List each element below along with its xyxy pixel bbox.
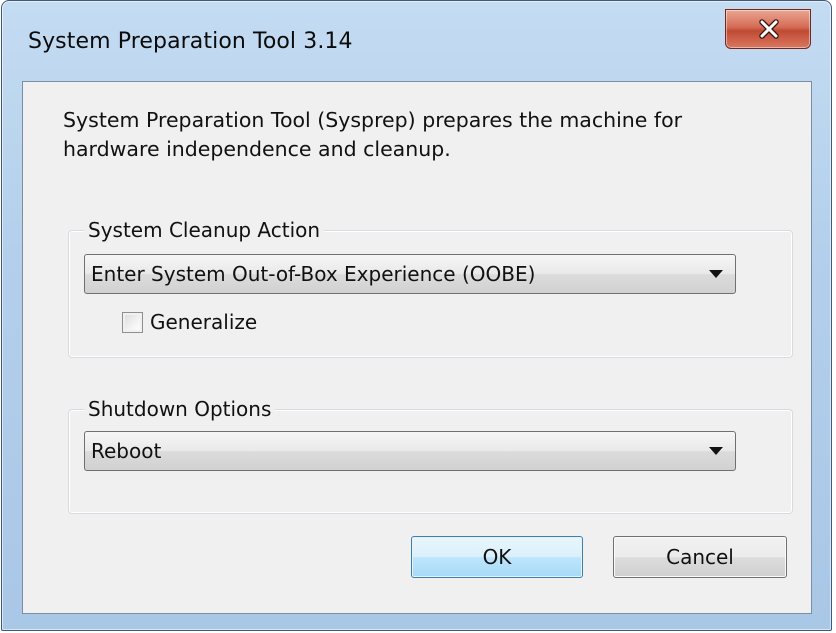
close-button[interactable] [725,9,811,49]
generalize-label[interactable]: Generalize [150,310,257,334]
ok-button[interactable]: OK [411,536,583,578]
generalize-checkbox[interactable] [122,312,143,333]
cleanup-action-legend: System Cleanup Action [84,217,325,243]
sysprep-window: System Preparation Tool 3.14 System Prep… [1,0,832,631]
shutdown-options-value: Reboot [91,439,162,463]
title-bar[interactable]: System Preparation Tool 3.14 [2,1,831,83]
cleanup-action-value: Enter System Out-of-Box Experience (OOBE… [91,262,536,286]
cleanup-action-dropdown[interactable]: Enter System Out-of-Box Experience (OOBE… [84,254,736,294]
shutdown-options-group: Shutdown Options Reboot [68,396,793,514]
chevron-down-icon [709,447,723,455]
dialog-body: System Preparation Tool (Sysprep) prepar… [22,81,812,614]
cleanup-action-group: System Cleanup Action Enter System Out-o… [68,217,793,358]
window-title: System Preparation Tool 3.14 [28,29,353,54]
cancel-button[interactable]: Cancel [613,536,787,578]
close-icon [759,19,779,39]
intro-text: System Preparation Tool (Sysprep) prepar… [63,108,683,161]
chevron-down-icon [709,270,723,278]
shutdown-options-legend: Shutdown Options [84,396,276,422]
shutdown-options-dropdown[interactable]: Reboot [84,431,736,471]
